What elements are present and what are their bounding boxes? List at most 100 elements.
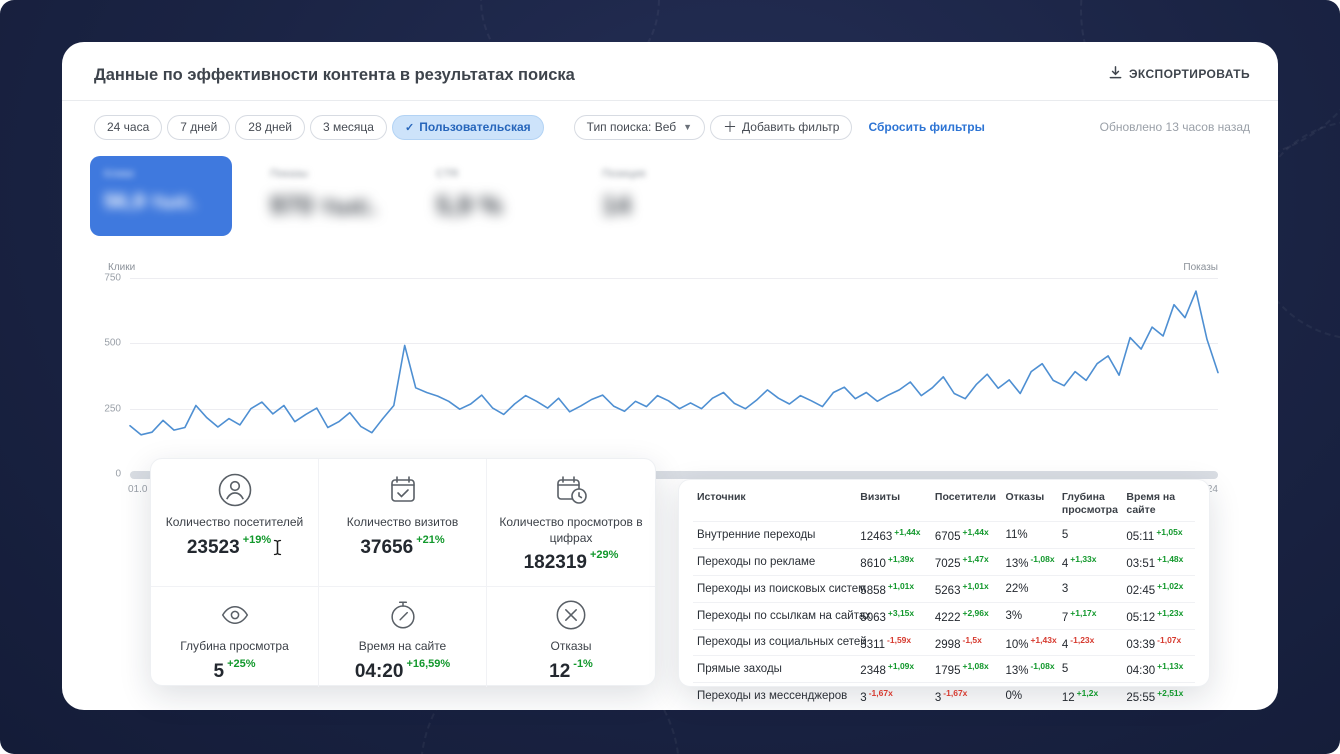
user-circle-icon: [217, 472, 253, 508]
metric-cell: 5858 +1,01x: [856, 574, 931, 603]
header-divider: [62, 100, 1278, 101]
metric-cell: 7025 +1,47x: [930, 548, 1002, 576]
period-pill-28d[interactable]: 28 дней: [235, 114, 305, 140]
metric-cell: 4 +1,33x: [1057, 548, 1123, 576]
eye-icon: [218, 598, 252, 632]
delta-badge: +29%: [589, 549, 619, 562]
metric-tile-value: 37656: [360, 536, 414, 558]
check-icon: ✓: [404, 121, 415, 134]
delta-badge: +2,96x: [962, 607, 989, 618]
metric-tab-value: 970 тыс.: [270, 190, 378, 220]
visit-metrics-panel: Количество посетителей 23523 +19% Количе…: [150, 458, 656, 687]
delta-badge: +1,43x: [1030, 634, 1057, 645]
source-cell: Прямые заходы: [693, 655, 857, 683]
left-axis-title: Клики: [108, 262, 136, 273]
delta-badge: -1,67x: [868, 688, 893, 699]
metric-cell: 12463 +1,44x: [856, 521, 931, 549]
metric-tab-clicks[interactable]: Клики 56,9 тыс.: [90, 156, 232, 236]
period-label: 24 часа: [107, 120, 150, 134]
metric-cell: 1795 +1,08x: [930, 655, 1002, 683]
column-header: Источник: [697, 491, 746, 503]
delta-badge: +1,39x: [887, 554, 915, 565]
export-button[interactable]: ЭКСПОРТИРОВАТЬ: [1109, 66, 1250, 82]
table-row: Переходы по рекламе 8610 +1,39x 7025 +1,47…: [693, 548, 1195, 576]
period-pill-7d[interactable]: 7 дней: [167, 114, 231, 140]
metric-cell: 2348 +1,09x: [856, 655, 931, 683]
source-cell: Переходы по рекламе: [693, 548, 857, 576]
delta-badge: +1,02x: [1157, 580, 1184, 591]
y-tick-label: 500: [104, 337, 121, 349]
reset-filters-link[interactable]: Сбросить фильтры: [868, 120, 984, 134]
calendar-clock-icon: [553, 472, 589, 508]
column-header: Глубина просмотра: [1061, 491, 1118, 516]
metric-tab-label: CTR: [436, 168, 459, 180]
metric-cell: 5: [1057, 655, 1123, 683]
column-header: Время на сайте: [1126, 491, 1176, 516]
metric-tile-label: Время на сайте: [358, 639, 447, 653]
delta-badge: -1,5x: [962, 634, 982, 645]
delta-badge: +1,01x: [962, 580, 989, 591]
metric-tile-pageviews: Количество просмотров в цифрах 182319 +29…: [487, 459, 655, 587]
delta-badge: +1,33x: [1070, 554, 1097, 565]
delta-badge: +1,09x: [887, 661, 915, 672]
x-circle-icon: [554, 598, 588, 632]
metric-tab-label: Клики: [104, 168, 134, 180]
period-label: 28 дней: [248, 120, 292, 134]
metric-tile-value: 182319: [523, 552, 587, 574]
metric-cell: 03:51 +1,48x: [1122, 548, 1195, 576]
delta-badge: +1,17x: [1070, 607, 1097, 618]
period-label: 7 дней: [180, 120, 218, 134]
metric-cell: 10% +1,43x: [1001, 628, 1058, 656]
add-filter-button[interactable]: ＋ Добавить фильтр: [710, 114, 853, 140]
metric-cell: 05:11 +1,05x: [1122, 521, 1195, 549]
metric-tab-impressions[interactable]: Показы 970 тыс.: [256, 156, 398, 236]
metric-cell: 2998 -1,5x: [930, 628, 1002, 656]
y-tick-label: 750: [104, 272, 121, 284]
metric-tile-visitors: Количество посетителей 23523 +19%: [151, 459, 319, 587]
text-cursor-icon: [273, 539, 282, 556]
period-pill-custom[interactable]: ✓ Пользовательская: [391, 114, 544, 140]
metric-cell: 13% -1,08x: [1001, 548, 1058, 576]
metric-cell: 5263 +1,01x: [930, 574, 1002, 603]
delta-badge: +3,15x: [887, 607, 915, 618]
metric-tab-ctr[interactable]: CTR 5,9 %: [422, 156, 564, 236]
metric-cell: 3 -1,67x: [856, 682, 931, 709]
delta-badge: +1,23x: [1157, 607, 1184, 618]
table-row: Переходы из социальных сетей 3311 -1,59x …: [693, 628, 1195, 656]
metric-cell: 5: [1057, 521, 1123, 549]
metric-cell: 13% -1,08x: [1001, 655, 1058, 683]
sources-table-body: Внутренние переходы 12463 +1,44x 6705 +1,4…: [693, 521, 1195, 709]
delta-badge: +1,44x: [962, 527, 989, 538]
metric-tile-value: 12: [549, 660, 571, 682]
metric-cell: 3311 -1,59x: [856, 628, 931, 656]
metric-tile-depth: Глубина просмотра 5 +25%: [151, 587, 319, 687]
metric-tile-value: 5: [213, 660, 225, 682]
metric-tab-value: 5,9 %: [436, 190, 503, 220]
search-type-label: Тип поиска: Веб: [586, 120, 677, 134]
metric-tile-value: 04:20: [354, 660, 404, 682]
metric-tile-bounces: Отказы 12 -1%: [487, 587, 655, 687]
metric-tile-label: Глубина просмотра: [180, 639, 289, 653]
metric-cell: 4222 +2,96x: [930, 601, 1002, 629]
metric-cell: 3: [1057, 574, 1123, 603]
source-cell: Внутренние переходы: [693, 521, 857, 549]
table-row: Прямые заходы 2348 +1,09x 1795 +1,08x 13% -…: [693, 655, 1195, 683]
page-background: Данные по эффективности контента в резул…: [0, 0, 1340, 754]
period-label: 3 месяца: [322, 120, 374, 134]
page-title: Данные по эффективности контента в резул…: [94, 66, 575, 84]
metric-cell: 7 +1,17x: [1057, 601, 1123, 629]
metric-cell: 5063 +3,15x: [856, 601, 931, 629]
delta-badge: +1,47x: [962, 554, 989, 565]
period-pill-3m[interactable]: 3 месяца: [309, 114, 387, 140]
metric-tab-value: 14: [602, 190, 631, 220]
delta-badge: +1,05x: [1156, 527, 1183, 538]
metric-tile-time-on-site: Время на сайте 04:20 +16,59%: [319, 587, 487, 687]
metric-tab-position[interactable]: Позиция 14: [588, 156, 730, 236]
delta-badge: -1,07x: [1157, 634, 1182, 645]
table-header-row: Источник Визиты Посетители Отказы Глубин…: [693, 484, 1195, 522]
search-type-dropdown[interactable]: Тип поиска: Веб ▼: [573, 114, 706, 140]
delta-badge: +25%: [227, 657, 256, 670]
metric-tile-label: Количество визитов: [346, 515, 459, 529]
y-tick-label: 0: [115, 468, 121, 480]
period-pill-24h[interactable]: 24 часа: [94, 114, 163, 140]
